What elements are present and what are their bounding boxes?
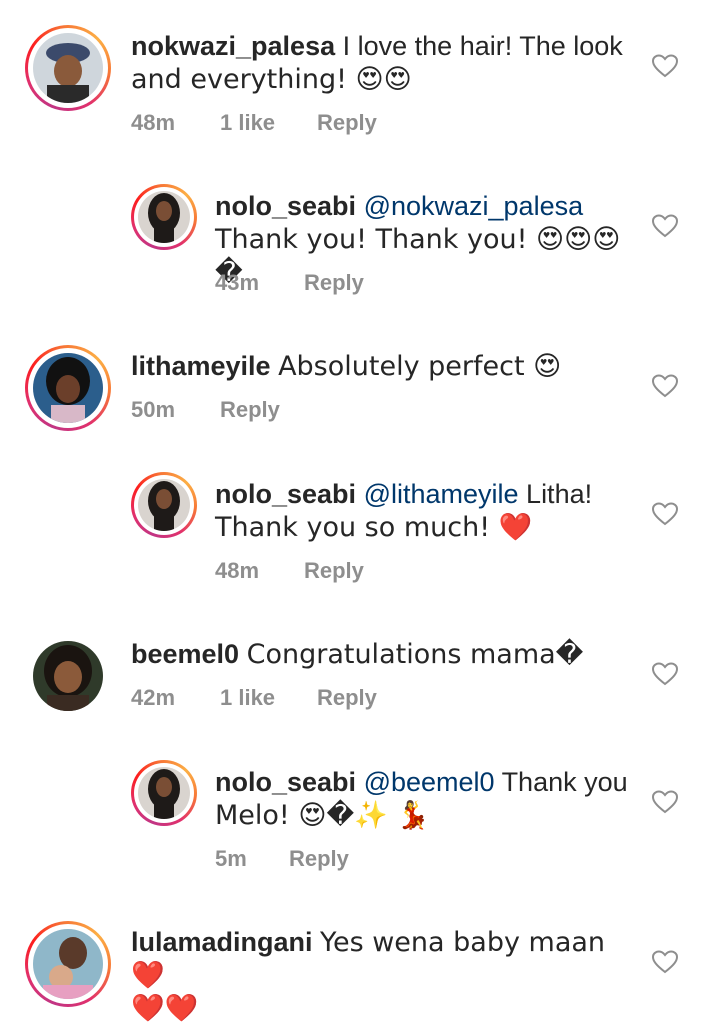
comment-item: nokwazi_palesa I love the hair! The look… [0,0,720,160]
comment-item: beemel0 Congratulations mama� 42m 1 like… [0,608,720,756]
reply-item: nolo_seabi @beemel0 Thank you Melo! 😍�✨ … [0,736,720,896]
reply-button[interactable]: Reply [304,270,364,296]
mention-link[interactable]: @beemel0 [364,767,495,797]
comment-text: Thank you [501,767,628,797]
avatar[interactable] [131,184,197,250]
avatar-image [138,479,190,531]
reply-button[interactable]: Reply [220,397,280,423]
avatar-image [33,641,103,711]
comment-username[interactable]: nolo_seabi [215,479,356,509]
comment-username[interactable]: lithameyile [131,351,271,381]
comment-like-count[interactable]: 1 like [220,685,317,711]
reply-button[interactable]: Reply [317,685,377,711]
avatar[interactable] [131,472,197,538]
avatar[interactable] [131,760,197,826]
comment-text: and everything! 😍😍 [131,64,412,95]
comment-username[interactable]: beemel0 [131,639,239,669]
comment-text: Litha! [526,479,593,509]
heart-outline-icon[interactable] [652,950,678,974]
heart-outline-icon[interactable] [652,374,678,398]
comment-timestamp: 42m [131,685,176,710]
comment-text: Thank you so much! ❤️ [215,512,533,543]
comment-username[interactable]: nokwazi_palesa [131,31,335,61]
comment-username[interactable]: nolo_seabi [215,767,356,797]
avatar[interactable] [25,345,111,431]
comment-timestamp: 48m [131,110,176,135]
comment-timestamp: 48m [215,558,260,583]
reply-item: nolo_seabi @nokwazi_palesa Thank you! Th… [0,160,720,320]
comment-timestamp: 5m [215,846,247,871]
heart-outline-icon[interactable] [652,790,678,814]
heart-outline-icon[interactable] [652,662,678,686]
mention-link[interactable]: @lithameyile [364,479,519,509]
comment-text: ❤️❤️ [131,993,199,1024]
avatar[interactable] [25,25,111,111]
avatar-image [33,353,103,423]
comment-text: I love the hair! The look [342,31,623,61]
comment-text: Congratulations mama� [246,639,584,670]
reply-button[interactable]: Reply [304,558,364,584]
reply-button[interactable]: Reply [289,846,349,872]
comment-text: Melo! 😍�✨ 💃 [215,800,430,831]
avatar[interactable] [33,641,103,711]
avatar[interactable] [25,921,111,1007]
mention-link[interactable]: @nokwazi_palesa [364,191,584,221]
avatar-image [138,191,190,243]
comment-item: lithameyile Absolutely perfect 😍 50m Rep… [0,320,720,468]
avatar-image [138,767,190,819]
avatar-image [33,33,103,103]
reply-item: nolo_seabi @lithameyile Litha! Thank you… [0,448,720,608]
heart-outline-icon[interactable] [652,502,678,526]
comment-username[interactable]: lulamadingani [131,927,313,957]
comment-timestamp: 43m [215,270,260,295]
avatar-image [33,929,103,999]
heart-outline-icon[interactable] [652,54,678,78]
comment-text: Absolutely perfect 😍 [278,351,562,382]
comment-timestamp: 50m [131,397,176,422]
heart-outline-icon[interactable] [652,214,678,238]
comment-item: lulamadingani Yes wena baby maan ❤️ ❤️❤️ [0,896,720,1024]
comment-username[interactable]: nolo_seabi [215,191,356,221]
comment-like-count[interactable]: 1 like [220,110,317,136]
reply-button[interactable]: Reply [317,110,377,136]
